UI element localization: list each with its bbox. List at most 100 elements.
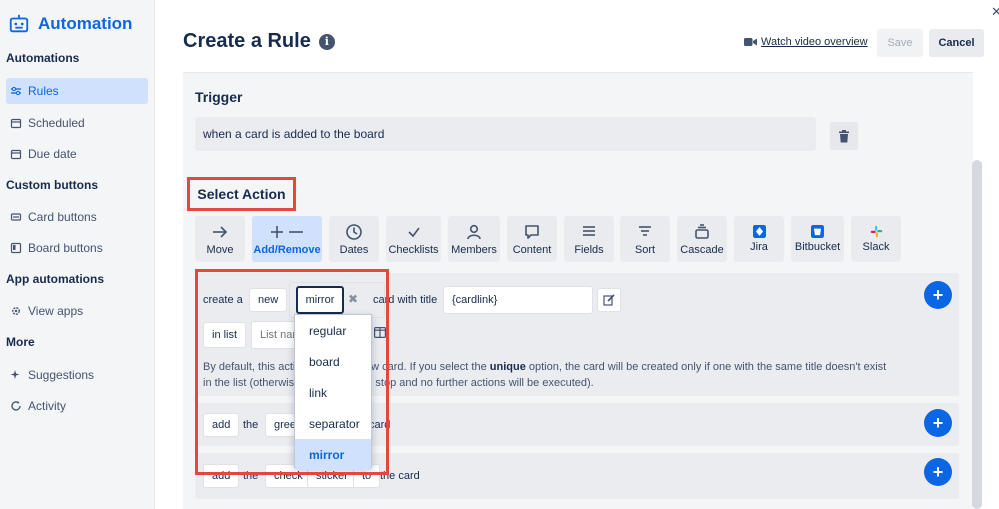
add-select[interactable]: add: [203, 413, 240, 437]
tab-label: Members: [451, 243, 497, 256]
section-app-automations: App automations: [6, 272, 104, 286]
sidebar-item-suggestions[interactable]: Suggestions: [6, 362, 148, 388]
tab-cascade[interactable]: Cascade: [677, 216, 727, 262]
board-icon: [10, 242, 22, 254]
tab-label: Checklists: [388, 243, 439, 256]
trigger-heading: Trigger: [195, 89, 243, 105]
tab-label: Slack: [862, 241, 890, 253]
select-action-heading: Select Action: [187, 177, 296, 211]
jira-icon: [752, 225, 766, 238]
tab-move[interactable]: Move: [195, 216, 245, 262]
sidebar-item-due-date[interactable]: Due date: [6, 141, 148, 167]
tab-label: Content: [512, 243, 552, 256]
sidebar-item-card-buttons[interactable]: Card buttons: [6, 204, 148, 230]
tab-label: Fields: [574, 243, 604, 256]
add-select[interactable]: add: [203, 464, 240, 488]
sidebar-item-label: Board buttons: [28, 241, 103, 255]
sidebar: Automation Automations Rules Scheduled D…: [0, 0, 155, 509]
section-more: More: [6, 335, 35, 349]
in-list-select[interactable]: in list: [203, 322, 247, 348]
sidebar-item-activity[interactable]: Activity: [6, 393, 148, 419]
card-type-dropdown: regular board link separator mirror: [294, 314, 372, 470]
clock-icon: [346, 223, 362, 240]
tab-members[interactable]: Members: [448, 216, 500, 262]
clear-icon[interactable]: ✖: [348, 292, 358, 306]
option-mirror[interactable]: mirror: [295, 439, 371, 470]
main-content: Create a Rule i Watch video overview Sav…: [155, 0, 999, 509]
card-with-title-text: card with title: [373, 294, 438, 306]
sidebar-item-label: Rules: [28, 84, 59, 98]
option-board[interactable]: board: [295, 346, 371, 377]
cascade-icon: [695, 223, 709, 239]
option-link[interactable]: link: [295, 377, 371, 408]
card-type-select[interactable]: mirror: [296, 286, 344, 314]
option-separator[interactable]: separator: [295, 408, 371, 439]
speech-bubble-icon: [525, 224, 539, 239]
person-icon: [467, 224, 481, 239]
add-action-button[interactable]: +: [924, 281, 952, 309]
tab-checklists[interactable]: Checklists: [386, 216, 441, 262]
tab-content[interactable]: Content: [507, 216, 557, 262]
board-picker-icon[interactable]: [374, 327, 387, 341]
scrollbar[interactable]: [972, 160, 982, 509]
sliders-icon: [11, 86, 21, 96]
refresh-icon: [11, 401, 21, 411]
tab-slack[interactable]: Slack: [851, 216, 901, 262]
card-text: card: [369, 419, 391, 431]
tab-label: Move: [206, 243, 234, 256]
checkmark-icon: [407, 227, 420, 237]
sidebar-item-view-apps[interactable]: View apps: [6, 298, 148, 324]
lines-icon: [583, 225, 595, 236]
plus-minus-icon: [271, 225, 303, 238]
sidebar-item-label: Suggestions: [28, 368, 95, 382]
columns-icon: [374, 327, 387, 339]
slack-icon: [870, 225, 882, 238]
bitbucket-icon: [811, 225, 824, 238]
sidebar-item-board-buttons[interactable]: Board buttons: [6, 235, 148, 261]
page-title-text: Create a Rule: [183, 30, 311, 52]
sidebar-item-label: Activity: [28, 399, 67, 413]
desc-unique: unique: [489, 361, 526, 373]
tab-sort[interactable]: Sort: [620, 216, 670, 262]
tab-label: Bitbucket: [794, 241, 841, 253]
info-icon[interactable]: i: [318, 33, 335, 50]
sidebar-item-label: Card buttons: [28, 210, 97, 224]
close-icon[interactable]: ✕: [991, 4, 999, 20]
watch-video-link[interactable]: Watch video overview: [744, 36, 868, 48]
sidebar-item-rules[interactable]: Rules: [6, 78, 148, 104]
calendar-icon: [10, 149, 22, 160]
section-custom-buttons: Custom buttons: [6, 178, 98, 192]
tab-fields[interactable]: Fields: [564, 216, 614, 262]
gear-icon: [12, 307, 20, 315]
save-button[interactable]: Save: [877, 29, 923, 57]
arrow-right-icon: [213, 225, 228, 238]
sidebar-item-scheduled[interactable]: Scheduled: [6, 110, 148, 136]
tab-add-remove[interactable]: Add/Remove: [252, 216, 322, 262]
create-a-text: create a: [203, 294, 243, 306]
tab-label: Jira: [750, 241, 768, 253]
tab-label: Sort: [634, 243, 656, 256]
calendar-icon: [10, 118, 22, 129]
video-camera-icon: [744, 38, 757, 46]
sparkle-icon: [10, 370, 20, 379]
cancel-button[interactable]: Cancel: [929, 29, 984, 57]
delete-trigger-button[interactable]: [830, 122, 858, 150]
the-card-text: the card: [380, 470, 420, 482]
trigger-box[interactable]: when a card is added to the board: [195, 117, 816, 151]
tab-label: Cascade: [680, 243, 724, 256]
card-title-input[interactable]: {cardlink}: [443, 286, 593, 314]
brand[interactable]: Automation: [0, 0, 154, 48]
section-automations: Automations: [6, 51, 80, 65]
add-action-button[interactable]: +: [924, 409, 952, 437]
sidebar-item-label: View apps: [28, 304, 84, 318]
tab-bitbucket[interactable]: Bitbucket: [791, 216, 844, 262]
tab-dates[interactable]: Dates: [329, 216, 379, 262]
edit-title-button[interactable]: [597, 288, 621, 312]
tab-label: Dates: [339, 243, 369, 256]
tab-jira[interactable]: Jira: [734, 216, 784, 262]
add-action-button[interactable]: +: [924, 458, 952, 486]
option-regular[interactable]: regular: [295, 315, 371, 346]
new-select[interactable]: new: [249, 288, 288, 312]
brand-title: Automation: [38, 14, 133, 33]
sidebar-item-label: Scheduled: [28, 116, 85, 130]
